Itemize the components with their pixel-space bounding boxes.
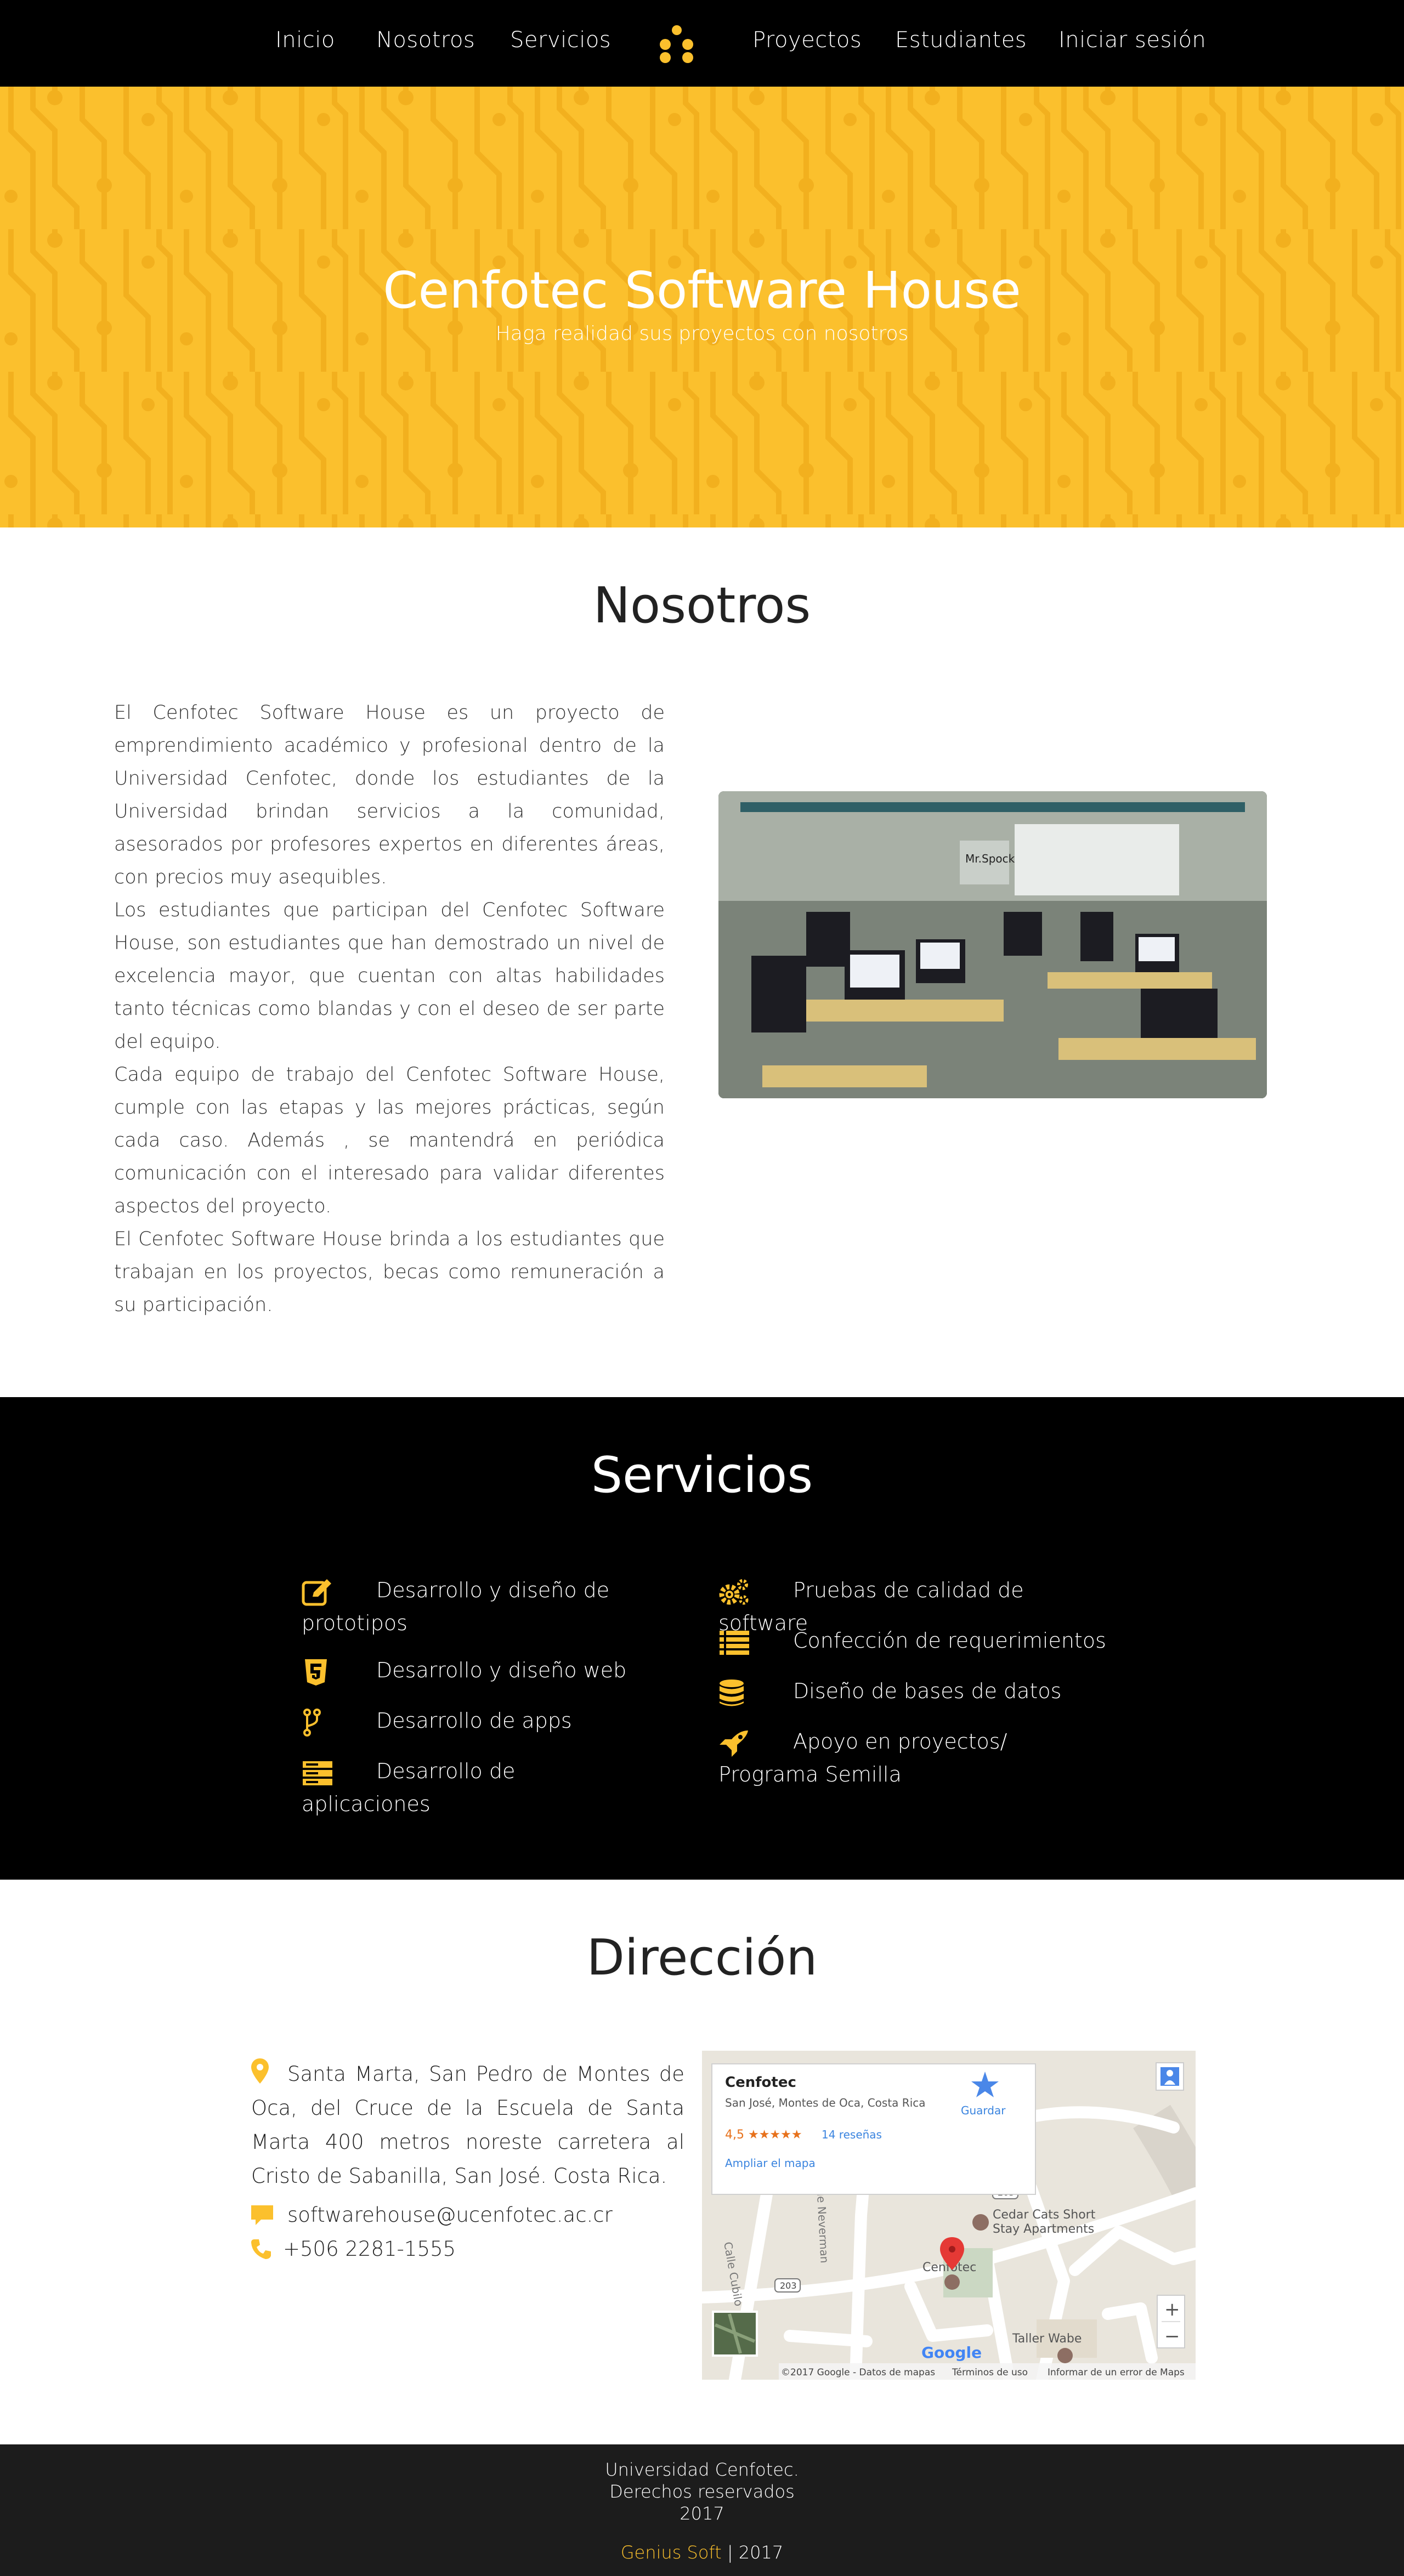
servicios-section: Servicios Desarrollo y diseño de prototi…: [0, 1397, 1404, 1880]
expand-map-link: Ampliar el mapa: [725, 2157, 816, 2170]
map-copyright: ©2017 Google - Datos de mapas: [781, 2367, 935, 2378]
servicios-title: Servicios: [591, 1446, 813, 1504]
dots-logo-icon[interactable]: [656, 25, 700, 64]
nav-estudiantes[interactable]: Estudiantes: [895, 27, 1027, 53]
footer: Universidad Cenfotec. Derechos reservado…: [0, 2444, 1404, 2576]
rocket-icon: [720, 1730, 748, 1757]
service-item: Diseño de bases de datos: [718, 1675, 1113, 1707]
nosotros-text: El Cenfotec Software House es un proyect…: [114, 696, 665, 1321]
nav-nosotros[interactable]: Nosotros: [376, 27, 475, 53]
nosotros-paragraph-1: El Cenfotec Software House es un proyect…: [114, 702, 665, 888]
server-icon: [303, 1761, 332, 1785]
service-label: Desarrollo y diseño web: [376, 1658, 627, 1682]
hero-subtitle: Haga realidad sus proyectos con nosotros: [495, 322, 909, 345]
poi-cedar-cats: Cedar Cats Short: [993, 2208, 1096, 2222]
footer-brand-line: Genius Soft | 2017: [0, 2542, 1404, 2563]
footer-separator: |: [721, 2542, 739, 2563]
footer-credits: Universidad Cenfotec. Derechos reservado…: [0, 2459, 1404, 2524]
nosotros-title: Nosotros: [593, 577, 811, 634]
footer-line-3: 2017: [680, 2503, 724, 2524]
map-report-link: Informar de un error de Maps: [1048, 2367, 1185, 2378]
nav-iniciar-sesion[interactable]: Iniciar sesión: [1058, 27, 1206, 53]
gears-icon: [719, 1579, 749, 1605]
service-item: Desarrollo de aplicaciones: [302, 1755, 642, 1820]
footer-line-2: Derechos reservados: [609, 2481, 795, 2502]
save-place-button: Guardar: [961, 2104, 1006, 2117]
google-logo: Google: [921, 2344, 982, 2362]
hero-banner: Cenfotec Software House Haga realidad su…: [0, 87, 1404, 527]
map-terms-link: Términos de uso: [952, 2367, 1028, 2378]
footer-line-1: Universidad Cenfotec.: [605, 2459, 799, 2480]
place-address: San José, Montes de Oca, Costa Rica: [725, 2096, 926, 2109]
zoom-in-button: +: [1164, 2299, 1180, 2320]
map-canvas[interactable]: 203 203 Calle Cubilo le Neverman Cedar C…: [702, 2051, 1196, 2380]
classroom-photo: Mr.Spock: [718, 791, 1267, 1098]
service-label: Desarrollo de aplicaciones: [302, 1759, 516, 1816]
nav-inicio[interactable]: Inicio: [275, 27, 335, 53]
top-navbar: Inicio Nosotros Servicios Proyectos Estu…: [0, 0, 1404, 87]
google-map[interactable]: 203 203 Calle Cubilo le Neverman Cedar C…: [702, 2051, 1196, 2380]
address-value: Santa Marta, San Pedro de Montes de Oca,…: [251, 2062, 684, 2188]
service-item: Desarrollo y diseño de prototipos: [302, 1574, 642, 1639]
nosotros-paragraph-2: Los estudiantes que participan del Cenfo…: [114, 899, 665, 1053]
place-rating: 4,5 ★★★★★: [725, 2128, 802, 2142]
footer-year: 2017: [738, 2542, 784, 2563]
nosotros-paragraph-3: Cada equipo de trabajo del Cenfotec Soft…: [114, 1064, 665, 1217]
email-text[interactable]: softwarehouse@ucenfotec.ac.cr: [287, 2203, 613, 2227]
shop-icon: [1057, 2348, 1073, 2363]
photo-sign-text: Mr.Spock: [965, 852, 1015, 865]
pegman-icon: [1167, 2070, 1173, 2076]
zoom-out-button: −: [1164, 2325, 1180, 2347]
direccion-title: Dirección: [586, 1929, 818, 1987]
nosotros-paragraph-4: El Cenfotec Software House brinda a los …: [114, 1228, 665, 1316]
service-item: Apoyo en proyectos/ Programa Semilla: [718, 1725, 1113, 1791]
nav-proyectos[interactable]: Proyectos: [752, 27, 862, 53]
service-label: Diseño de bases de datos: [793, 1679, 1062, 1703]
html5-icon: [305, 1659, 327, 1686]
code-fork-icon: [303, 1709, 321, 1737]
phone-text[interactable]: +506 2281-1555: [283, 2237, 456, 2261]
footer-brand[interactable]: Genius Soft: [621, 2542, 722, 2563]
list-icon: [720, 1631, 749, 1655]
poi-cedar-cats-2: Stay Apartments: [993, 2222, 1094, 2236]
hero-title: Cenfotec Software House: [383, 261, 1021, 320]
database-icon: [720, 1679, 744, 1706]
school-icon: [944, 2274, 960, 2290]
service-label: Confección de requerimientos: [793, 1629, 1106, 1653]
service-item: Desarrollo de apps: [302, 1704, 642, 1737]
service-item: Desarrollo y diseño web: [302, 1654, 642, 1687]
nav-servicios[interactable]: Servicios: [510, 27, 611, 53]
address-text: Santa Marta, San Pedro de Montes de Oca,…: [251, 2057, 684, 2193]
poi-taller-wabe: Taller Wabe: [1012, 2332, 1082, 2346]
place-name: Cenfotec: [725, 2074, 796, 2091]
place-reviews-link: 14 reseñas: [822, 2128, 882, 2141]
phone-icon: [251, 2239, 271, 2259]
service-label: Desarrollo y diseño de prototipos: [302, 1578, 610, 1635]
service-label: Desarrollo de apps: [376, 1709, 572, 1733]
service-item: Confección de requerimientos: [718, 1624, 1113, 1657]
service-label: Apoyo en proyectos/ Programa Semilla: [718, 1729, 1007, 1786]
comment-icon: [251, 2205, 273, 2225]
route-203-label-1: 203: [780, 2280, 797, 2291]
hotel-icon: [972, 2214, 989, 2231]
edit-icon: [302, 1579, 331, 1606]
